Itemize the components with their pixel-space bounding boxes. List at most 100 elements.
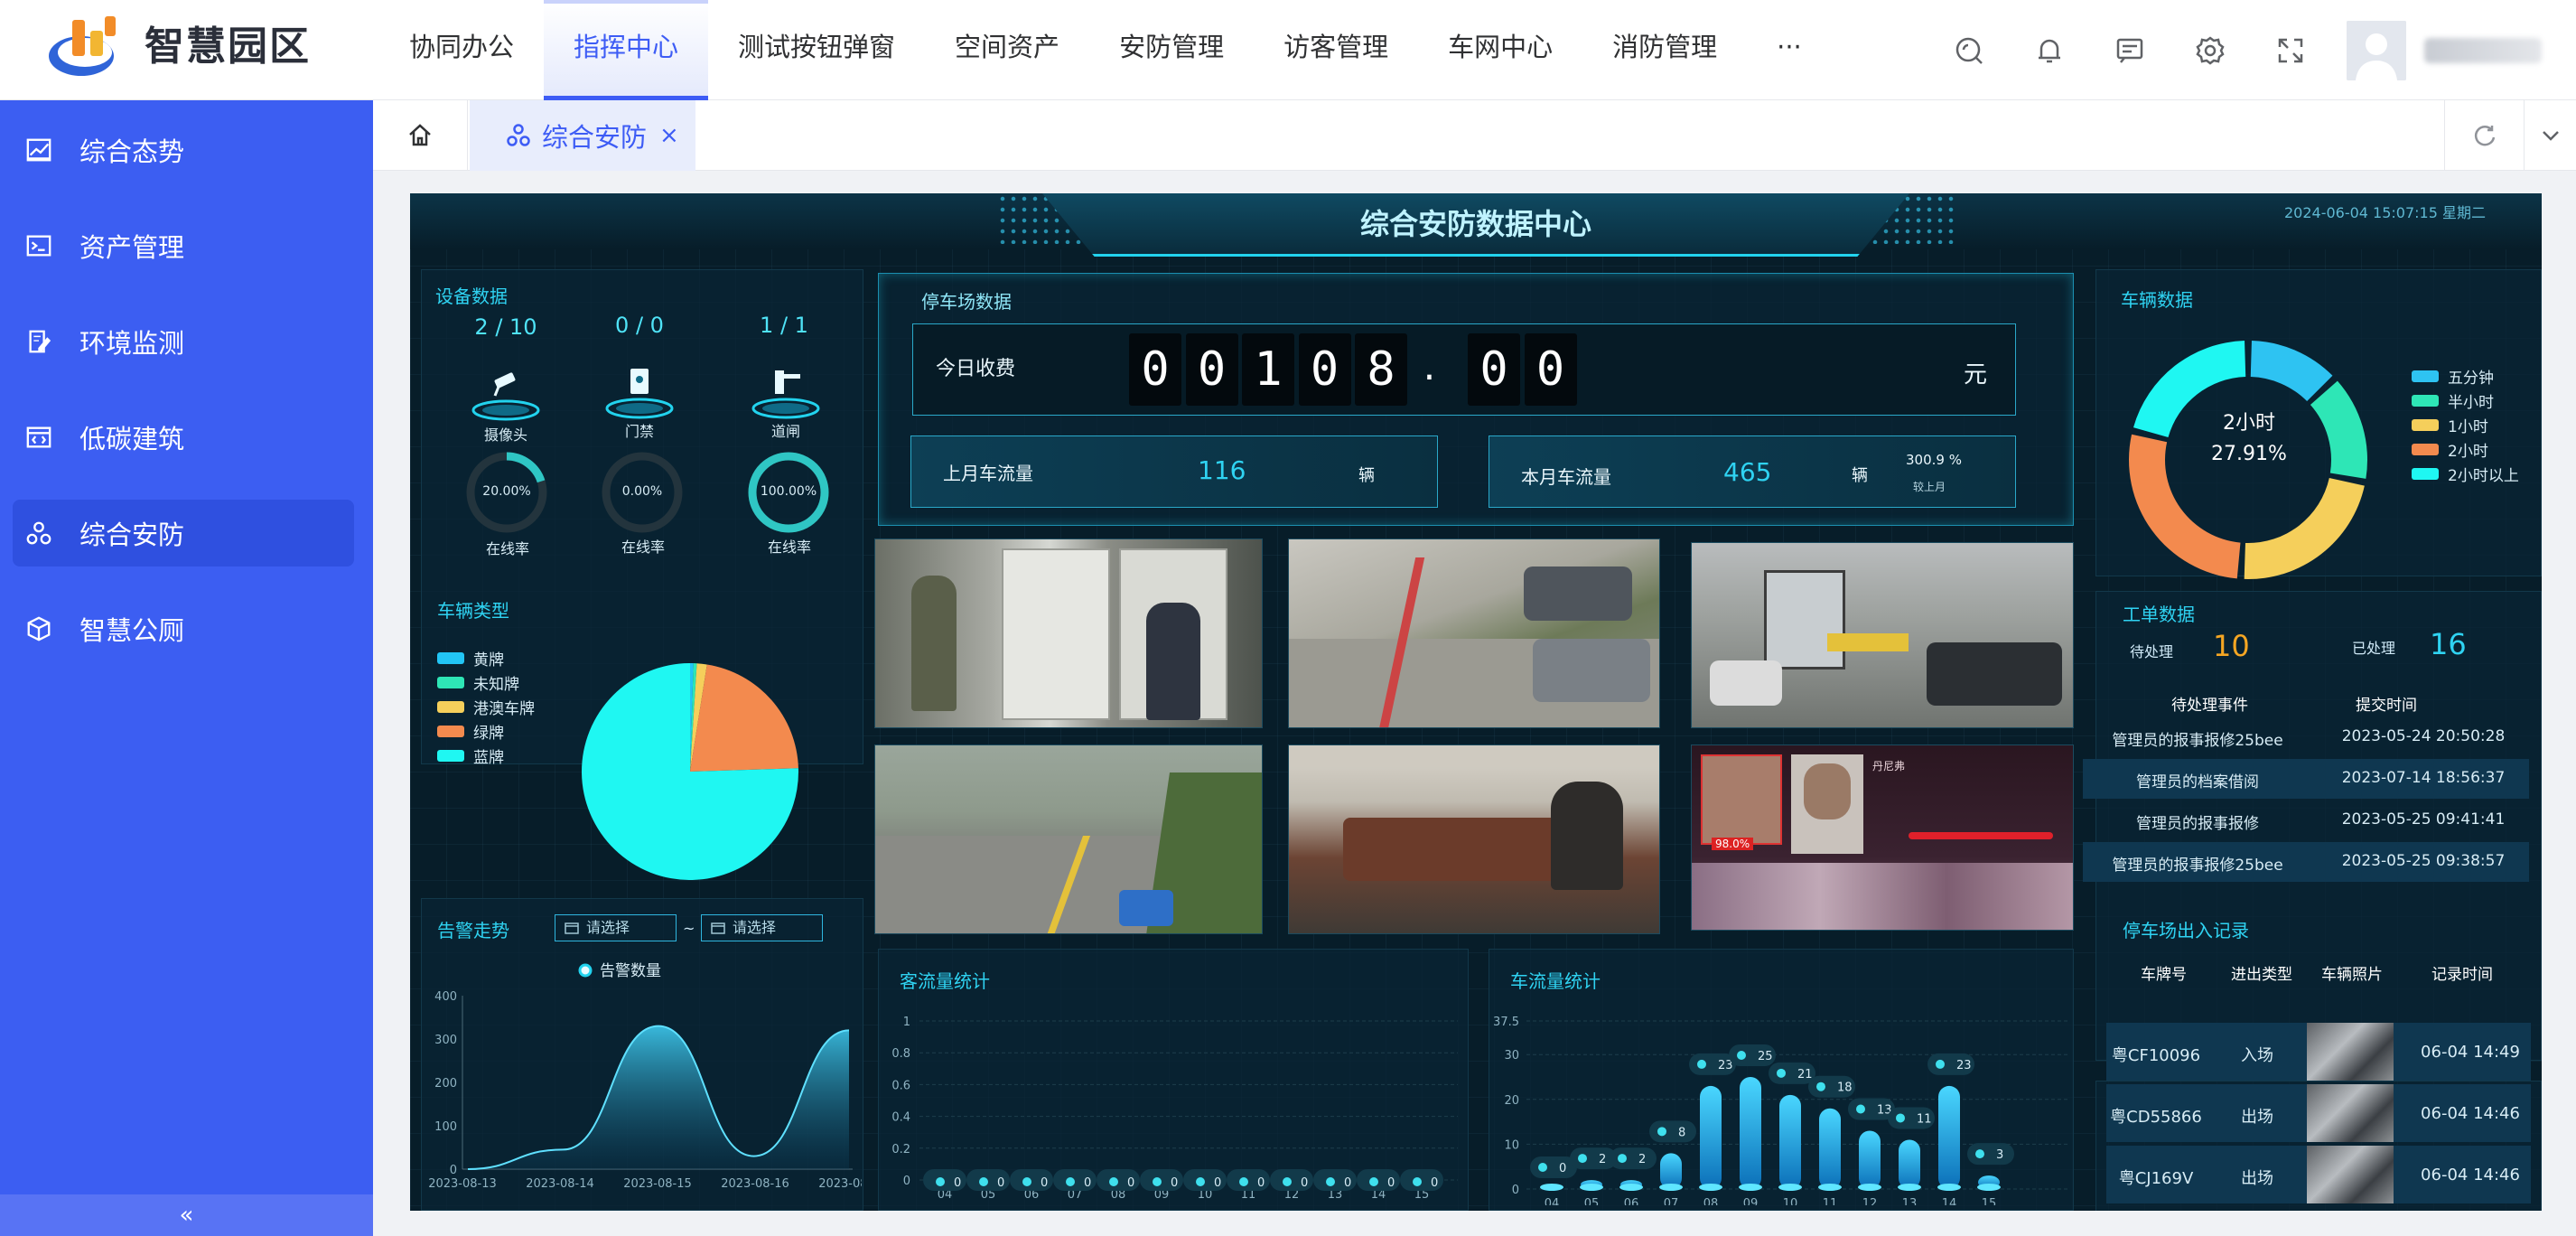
camera-feed-2[interactable] [1288, 538, 1660, 728]
data-label: 8 [1678, 1126, 1685, 1139]
sidebar-item[interactable]: 环境监测 [13, 308, 354, 375]
vehicle-duration-legend-item: 2小时以上 [2412, 463, 2519, 485]
camera-online-label: 在线率 [485, 540, 529, 557]
data-point[interactable] [1066, 1177, 1075, 1186]
tab-close-icon[interactable]: × [659, 122, 679, 149]
fullscreen-icon[interactable] [2266, 26, 2315, 75]
data-label: 0 [1171, 1176, 1178, 1190]
legend-swatch [437, 750, 464, 762]
sidebar-item[interactable]: 低碳建筑 [13, 404, 354, 471]
nav-item[interactable]: 协同办公 [379, 0, 544, 100]
camera-feed-face-recognition[interactable]: 98.0% 丹尼弗 [1691, 744, 2074, 931]
data-point[interactable] [936, 1177, 945, 1186]
data-label: 0 [1127, 1176, 1134, 1190]
fee-digit: 0 [1185, 333, 1238, 406]
x-tick-label: 2023-08-14 [526, 1177, 594, 1191]
parking-record-row[interactable]: 粤CD55866 出场 06-04 14:46 [2106, 1084, 2531, 1142]
data-point[interactable] [1153, 1177, 1162, 1186]
data-point[interactable] [1326, 1177, 1335, 1186]
flow-bar[interactable] [1819, 1108, 1841, 1189]
camera-feed-3[interactable] [1691, 542, 2074, 728]
nav-item[interactable]: 消防管理 [1582, 0, 1747, 100]
data-label: 3 [1996, 1148, 2003, 1162]
sidebar-collapse-button[interactable]: « [0, 1194, 373, 1236]
work-order-row[interactable]: 管理员的报事报修25bee 2023-05-24 20:50:28 [2083, 717, 2529, 757]
flow-bar[interactable] [1938, 1085, 1960, 1189]
bell-icon[interactable] [2025, 26, 2074, 75]
y-tick-label: 300 [434, 1034, 457, 1047]
data-point[interactable] [1196, 1177, 1205, 1186]
vehicle-data-title: 车辆数据 [2121, 289, 2193, 311]
nav-item[interactable]: 车网中心 [1418, 0, 1582, 100]
user-name-blurred[interactable] [2424, 37, 2542, 63]
record-column-header: 进出类型 [2231, 966, 2292, 984]
gear-icon[interactable] [2186, 26, 2235, 75]
vehicle-duration-slice-2[interactable] [2244, 477, 2365, 579]
sidebar-item[interactable]: 智慧公厕 [13, 595, 354, 662]
chevron-down-icon[interactable] [2524, 100, 2576, 171]
flow-bar[interactable] [1740, 1077, 1761, 1189]
sidebar-item[interactable]: 综合安防 [13, 500, 354, 566]
y-tick-label: 0 [903, 1175, 910, 1188]
data-point[interactable] [1022, 1177, 1031, 1186]
flow-bar[interactable] [1859, 1130, 1881, 1189]
sidebar-item[interactable]: 综合态势 [13, 117, 354, 183]
refresh-icon[interactable] [2444, 100, 2524, 171]
camera-feed-5[interactable] [1288, 744, 1660, 934]
data-label: 0 [1041, 1176, 1048, 1190]
message-icon[interactable] [2105, 26, 2154, 75]
data-point[interactable] [1239, 1177, 1248, 1186]
camera-feed-1[interactable] [874, 538, 1263, 728]
vehicle-type-legend-item: 港澳车牌 [437, 696, 535, 718]
start-date-picker[interactable]: 请选择 [555, 914, 677, 941]
vehicle-duration-legend-item: 五分钟 [2412, 365, 2494, 388]
record-column-header: 车牌号 [2141, 966, 2187, 984]
data-point[interactable] [1109, 1177, 1118, 1186]
data-point[interactable] [979, 1177, 988, 1186]
nav-item[interactable]: 测试按钮弹窗 [708, 0, 925, 100]
tab-integrated-security[interactable]: 综合安防 × [470, 100, 695, 171]
data-point [1856, 1104, 1865, 1114]
vehicle-duration-slice-0[interactable] [2250, 341, 2333, 402]
search-icon[interactable] [1945, 26, 1993, 75]
legend-label: 黄牌 [473, 651, 504, 670]
nav-item[interactable]: 空间资产 [925, 0, 1089, 100]
nav-item[interactable]: 指挥中心 [544, 0, 709, 100]
record-vehicle-photo[interactable] [2307, 1084, 2394, 1142]
work-order-row[interactable]: 管理员的报事报修 2023-05-25 09:41:41 [2083, 801, 2529, 840]
gate-online-rate: 100.00% [760, 484, 817, 499]
work-order-row[interactable]: 管理员的报事报修25bee 2023-05-25 09:38:57 [2083, 842, 2529, 882]
fee-digit: 0 [1129, 333, 1181, 406]
end-date-picker[interactable]: 请选择 [701, 914, 823, 941]
parking-record-row[interactable]: 粤CJ169V 出场 06-04 14:46 [2106, 1146, 2531, 1203]
top-toolbar [1945, 0, 2576, 100]
work-order-row[interactable]: 管理员的档案借阅 2023-07-14 18:56:37 [2083, 759, 2529, 799]
record-vehicle-photo[interactable] [2307, 1146, 2394, 1203]
vehicle-type-legend-item: 蓝牌 [437, 744, 504, 767]
fee-digit: 0 [1524, 333, 1577, 406]
data-point[interactable] [1413, 1177, 1422, 1186]
y-tick-label: 0.4 [891, 1111, 910, 1125]
flow-bar[interactable] [1700, 1085, 1722, 1189]
data-point [1737, 1051, 1746, 1060]
home-tab[interactable] [373, 100, 468, 171]
record-vehicle-photo[interactable] [2307, 1023, 2394, 1081]
fee-unit: 元 [1964, 361, 1988, 389]
data-point[interactable] [1369, 1177, 1378, 1186]
camera-feed-4[interactable] [874, 744, 1263, 934]
col-pending-event: 待处理事件 [2171, 697, 2248, 715]
flow-bar[interactable] [1899, 1139, 1920, 1189]
vehicle-type-slice-3[interactable] [690, 664, 798, 772]
sidebar-item[interactable]: 资产管理 [13, 212, 354, 279]
vehicle-duration-slice-1[interactable] [2310, 380, 2367, 479]
sidebar-item-label: 智慧公厕 [79, 615, 185, 646]
nav-item[interactable]: 访客管理 [1254, 0, 1418, 100]
parking-record-row[interactable]: 粤CF10096 入场 06-04 14:49 [2106, 1023, 2531, 1081]
avatar-icon[interactable] [2347, 20, 2406, 80]
nav-item[interactable]: 安防管理 [1089, 0, 1254, 100]
data-point[interactable] [1283, 1177, 1292, 1186]
nav-item[interactable]: ··· [1747, 0, 1832, 100]
flow-bar[interactable] [1779, 1094, 1801, 1189]
device-data-title: 设备数据 [435, 286, 508, 307]
legend-label: 蓝牌 [473, 749, 504, 767]
